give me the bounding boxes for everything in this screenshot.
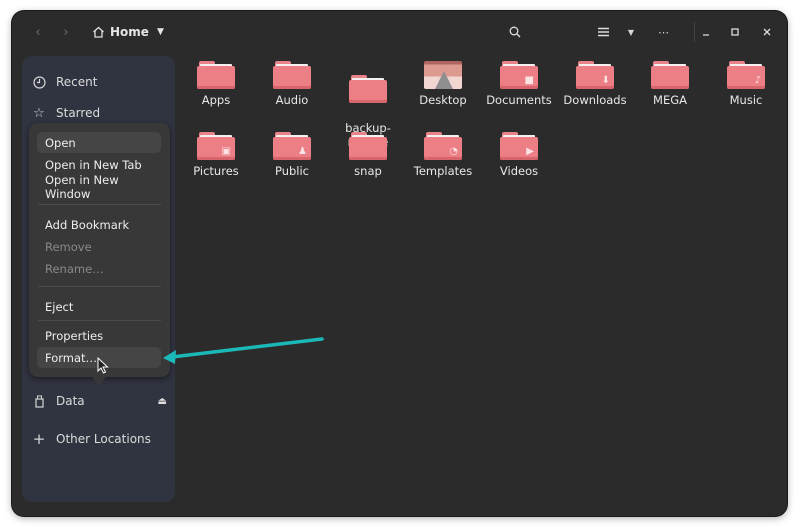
mouse-pointer-icon — [97, 357, 109, 374]
arrow-shaft — [170, 337, 324, 359]
annotation-arrow — [163, 337, 324, 364]
arrow-head — [163, 350, 176, 364]
